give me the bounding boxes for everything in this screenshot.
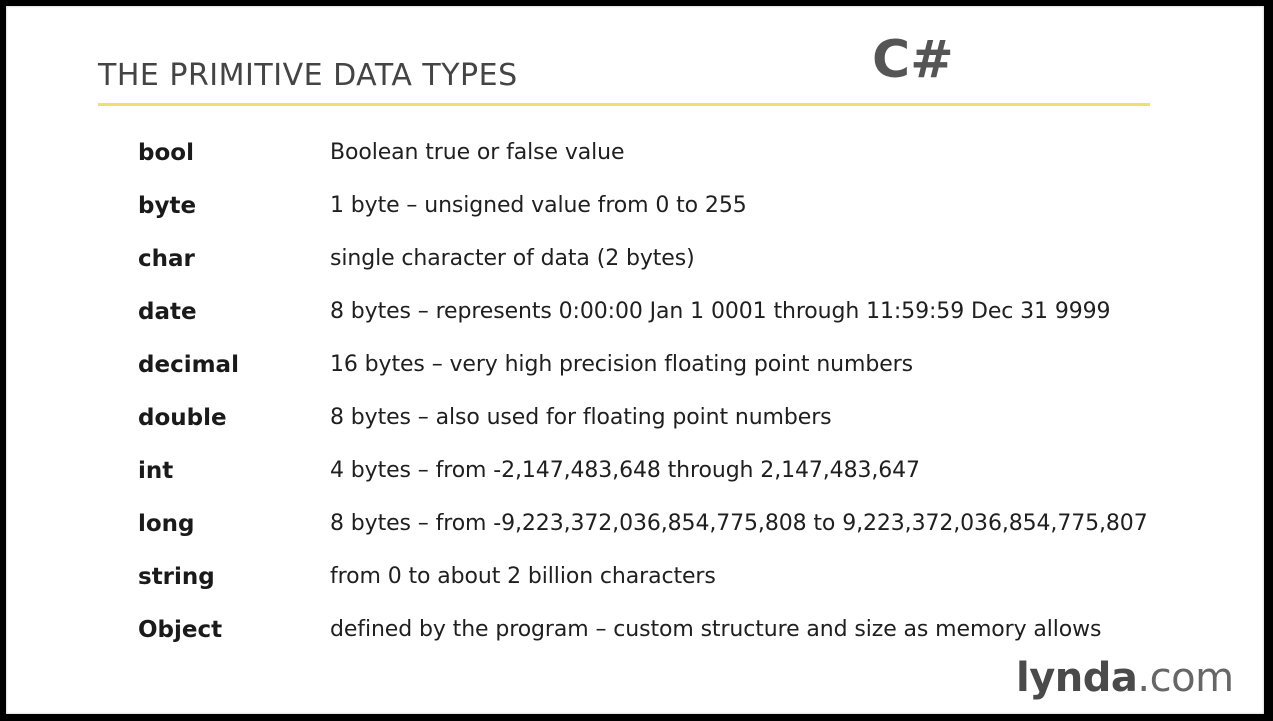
table-row: string from 0 to about 2 billion charact…	[138, 556, 1238, 609]
type-description: defined by the program – custom structur…	[330, 617, 1102, 642]
table-row: char single character of data (2 bytes)	[138, 238, 1238, 291]
type-name: double	[138, 405, 227, 431]
data-types-table: bool Boolean true or false value byte 1 …	[138, 132, 1238, 662]
table-row: long 8 bytes – from -9,223,372,036,854,7…	[138, 503, 1238, 556]
language-label: C#	[872, 30, 954, 90]
video-frame: THE PRIMITIVE DATA TYPES C# bool Boolean…	[0, 0, 1273, 721]
type-name: char	[138, 246, 195, 272]
type-description: 8 bytes – from -9,223,372,036,854,775,80…	[330, 511, 1148, 536]
table-row: date 8 bytes – represents 0:00:00 Jan 1 …	[138, 291, 1238, 344]
type-description: single character of data (2 bytes)	[330, 246, 695, 271]
type-name: Object	[138, 617, 223, 643]
type-description: 8 bytes – represents 0:00:00 Jan 1 0001 …	[330, 299, 1111, 324]
type-description: 8 bytes – also used for floating point n…	[330, 405, 832, 430]
type-description: from 0 to about 2 billion characters	[330, 564, 716, 589]
type-name: date	[138, 299, 197, 325]
table-row: byte 1 byte – unsigned value from 0 to 2…	[138, 185, 1238, 238]
title-underline	[98, 103, 1150, 106]
slide-title: THE PRIMITIVE DATA TYPES	[98, 58, 518, 93]
lynda-logo: lynda.com	[1016, 658, 1234, 698]
type-description: 16 bytes – very high precision floating …	[330, 352, 913, 377]
type-description: 1 byte – unsigned value from 0 to 255	[330, 193, 747, 218]
type-description: Boolean true or false value	[330, 140, 625, 165]
table-row: int 4 bytes – from -2,147,483,648 throug…	[138, 450, 1238, 503]
type-name: decimal	[138, 352, 239, 378]
table-row: double 8 bytes – also used for floating …	[138, 397, 1238, 450]
type-name: int	[138, 458, 174, 484]
table-row: bool Boolean true or false value	[138, 132, 1238, 185]
slide: THE PRIMITIVE DATA TYPES C# bool Boolean…	[6, 6, 1264, 714]
type-name: byte	[138, 193, 197, 219]
logo-tld: .com	[1137, 655, 1234, 701]
type-name: bool	[138, 140, 194, 166]
type-name: long	[138, 511, 195, 537]
type-name: string	[138, 564, 215, 590]
type-description: 4 bytes – from -2,147,483,648 through 2,…	[330, 458, 920, 483]
table-row: decimal 16 bytes – very high precision f…	[138, 344, 1238, 397]
logo-brand: lynda	[1016, 655, 1138, 701]
